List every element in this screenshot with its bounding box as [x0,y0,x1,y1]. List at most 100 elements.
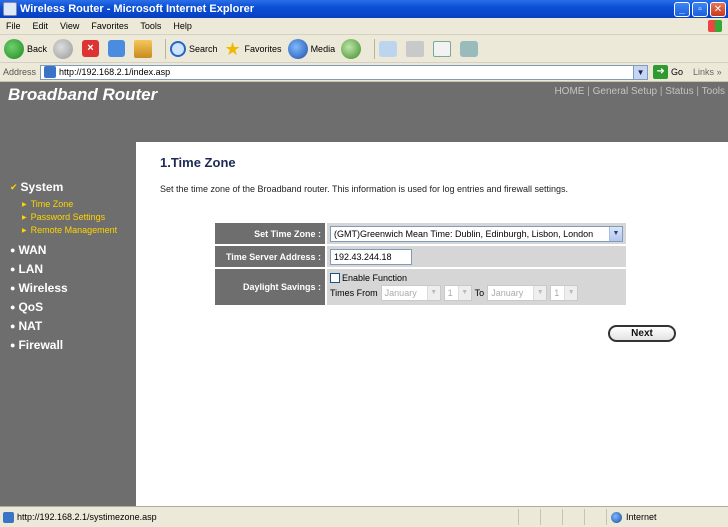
daylight-savings-label: Daylight Savings : [215,269,325,305]
chevron-down-icon: ▼ [564,286,578,300]
time-zone-select[interactable]: (GMT)Greenwich Mean Time: Dublin, Edinbu… [330,225,623,242]
menu-view[interactable]: View [54,21,85,31]
menu-help[interactable]: Help [167,21,198,31]
windows-logo-icon [708,20,722,32]
edit-page-icon [433,40,452,57]
sidebar-item-label: WAN [18,243,47,257]
back-label: Back [27,43,48,54]
page-icon [3,511,14,523]
page-title: 1.Time Zone [160,155,236,170]
chevron-down-icon: ▼ [609,226,622,241]
from-day-select[interactable]: 1 ▼ [443,285,472,301]
stop-button[interactable]: × [82,40,102,57]
window-controls: _ ▫ ✕ [674,1,726,17]
sidebar-item-label: Wireless [18,281,68,295]
nav-home[interactable]: HOME [554,86,584,97]
menu-file[interactable]: File [0,21,27,31]
sidebar-item-nat[interactable]: ● NAT [10,319,42,333]
sidebar-item-firewall[interactable]: ● Firewall [10,338,63,352]
sidebar: ✔ System ▶ Time Zone ▶ Password Settings… [0,142,136,506]
status-url: http://192.168.2.1/systimezone.asp [17,512,157,522]
refresh-icon [108,40,126,57]
messenger-button[interactable] [460,40,481,57]
enable-function-row: Enable Function [330,273,623,283]
search-button[interactable]: Search [170,40,218,57]
nav-general-setup[interactable]: General Setup [593,86,658,97]
sidebar-subitem-password-settings[interactable]: ▶ Password Settings [22,212,105,222]
menu-favorites[interactable]: Favorites [85,21,134,31]
back-arrow-icon [4,38,24,59]
favorites-label: Favorites [244,43,282,54]
window-title-bar: Wireless Router - Microsoft Internet Exp… [0,0,728,18]
chevron-down-icon[interactable]: ▼ [633,65,648,79]
edit-button[interactable] [433,40,454,57]
sidebar-item-wan[interactable]: ● WAN [10,243,46,257]
to-day-select[interactable]: 1 ▼ [550,285,579,301]
time-server-input[interactable]: 192.43.244.18 [330,248,412,265]
forward-button[interactable] [53,38,76,59]
to-month-select[interactable]: January ▼ [487,285,548,301]
close-icon[interactable]: ✕ [710,1,726,17]
to-month-value: January [491,288,524,298]
enable-function-checkbox[interactable] [330,273,340,283]
bullet-icon: ● [10,245,16,255]
nav-status[interactable]: Status [665,86,693,97]
brand-title: Broadband Router [8,85,158,104]
sidebar-item-label: Firewall [18,338,64,352]
sidebar-item-label: System [20,180,64,194]
nav-tools[interactable]: Tools [702,86,725,97]
next-button[interactable]: Next [608,325,676,342]
menu-edit[interactable]: Edit [27,21,55,31]
history-button[interactable] [341,38,364,59]
bullet-icon: ● [10,321,16,331]
form-row-daylight-savings: Daylight Savings : Enable Function Times… [215,269,626,305]
refresh-button[interactable] [108,40,128,57]
menu-tools[interactable]: Tools [134,21,167,31]
forward-arrow-icon [53,38,74,59]
status-bar: http://192.168.2.1/systimezone.asp Inter… [0,506,728,527]
status-cell [540,509,562,525]
maximize-icon[interactable]: ▫ [692,1,708,17]
bullet-icon: ● [10,283,16,293]
ie-page-icon [3,2,17,16]
sidebar-item-system[interactable]: ✔ System [10,180,63,194]
sidebar-item-lan[interactable]: ● LAN [10,262,43,276]
sidebar-item-label: NAT [18,319,43,333]
dst-range-row: Times From January ▼ 1 ▼ To January ▼ 1 … [330,285,623,301]
address-input[interactable]: http://192.168.2.1/index.asp ▼ [40,64,649,80]
go-label: Go [671,67,684,77]
sidebar-item-wireless[interactable]: ● Wireless [10,281,68,295]
sidebar-item-label: QoS [18,300,44,314]
nav-separator: | [659,86,663,97]
back-button[interactable]: Back [4,38,48,59]
resize-grip-icon[interactable] [714,509,728,525]
home-button[interactable] [134,39,155,58]
to-label: To [474,288,485,298]
minimize-icon[interactable]: _ [674,1,690,17]
messenger-icon [460,40,479,57]
nav-separator: | [587,86,590,97]
page-icon [44,66,57,78]
media-button[interactable]: Media [287,38,335,59]
sidebar-subitem-time-zone[interactable]: ▶ Time Zone [22,199,73,209]
mail-button[interactable] [379,40,400,57]
media-icon [287,38,308,59]
bullet-icon: ● [10,264,16,274]
page-description: Set the time zone of the Broadband route… [160,184,569,194]
time-zone-selected: (GMT)Greenwich Mean Time: Dublin, Edinbu… [334,228,594,239]
nav-separator: | [696,86,700,97]
sidebar-subitem-remote-management[interactable]: ▶ Remote Management [22,225,117,235]
time-server-cell: 192.43.244.18 [327,246,626,267]
favorites-button[interactable]: ★ Favorites [224,40,282,58]
form-row-time-server: Time Server Address : 192.43.244.18 [215,246,626,267]
daylight-savings-cell: Enable Function Times From January ▼ 1 ▼… [327,269,626,305]
chevron-down-icon: ▼ [457,286,471,300]
from-month-select[interactable]: January ▼ [380,285,441,301]
sidebar-item-qos[interactable]: ● QoS [10,300,43,314]
links-button[interactable]: Links » [693,67,722,77]
triangle-right-icon: ▶ [22,227,27,234]
go-button[interactable]: ➜ Go [653,65,683,79]
print-button[interactable] [406,40,427,57]
status-cell [562,509,584,525]
search-label: Search [189,43,218,54]
